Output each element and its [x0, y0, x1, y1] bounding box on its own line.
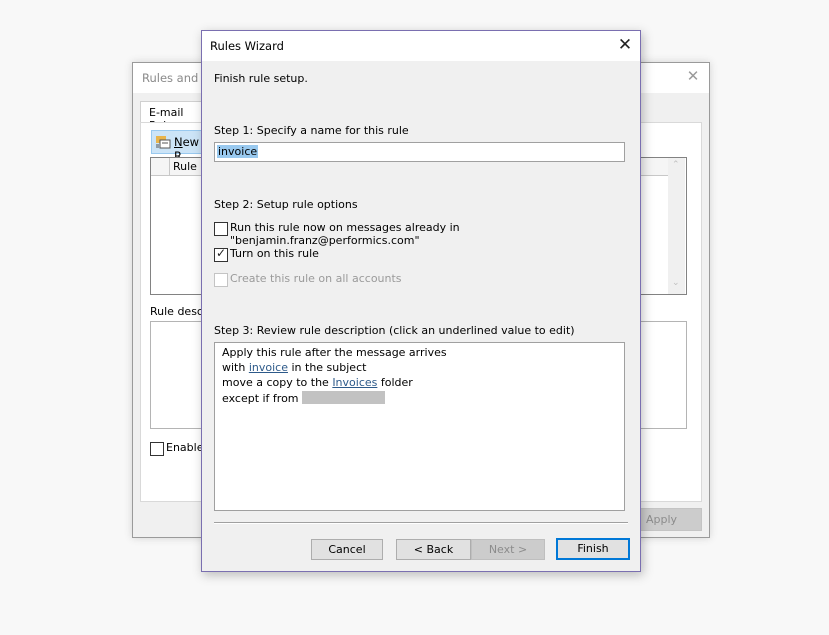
rule-name-value: invoice [217, 145, 259, 158]
separator [214, 522, 628, 524]
description-line: Apply this rule after the message arrive… [222, 346, 447, 359]
rules-wizard-dialog: Rules Wizard ✕ Finish rule setup. Step 1… [201, 30, 641, 572]
scroll-up-icon[interactable]: ⌃ [672, 160, 680, 170]
checkmark-icon: ✓ [215, 246, 227, 260]
enable-label: Enable [166, 441, 204, 454]
description-text: except if from [222, 392, 303, 405]
close-icon[interactable]: ✕ [685, 68, 701, 84]
run-rule-now-label[interactable]: Run this rule now on messages already in… [230, 221, 640, 247]
step2-label: Step 2: Setup rule options [214, 198, 358, 211]
description-text: move a copy to the [222, 376, 333, 389]
rules-and-alerts-title: Rules and A [142, 71, 210, 85]
subject-keyword-link[interactable]: invoice [249, 361, 288, 374]
rule-description-label: Rule descr [150, 305, 208, 318]
rule-name-input[interactable]: invoice [214, 142, 625, 162]
description-text: with [222, 361, 249, 374]
description-text: Apply this rule after the message arrive… [222, 346, 447, 359]
cancel-button[interactable]: Cancel [311, 539, 383, 560]
close-icon[interactable]: ✕ [616, 35, 634, 55]
folder-link[interactable]: Invoices [332, 376, 377, 389]
all-accounts-checkbox [214, 273, 228, 287]
step3-label: Step 3: Review rule description (click a… [214, 324, 575, 337]
description-line: except if from [222, 391, 386, 405]
redacted-sender[interactable] [302, 391, 386, 404]
back-button[interactable]: < Back [396, 539, 471, 560]
next-button: Next > [471, 539, 545, 560]
rule-description-box: Apply this rule after the message arrive… [214, 342, 625, 511]
step1-label: Step 1: Specify a name for this rule [214, 124, 409, 137]
enable-checkbox[interactable] [150, 442, 164, 456]
rules-wizard-titlebar: Rules Wizard ✕ [202, 31, 640, 61]
new-rule-icon [156, 136, 171, 149]
rules-wizard-title: Rules Wizard [210, 39, 284, 53]
description-text: folder [377, 376, 413, 389]
description-text: in the subject [287, 361, 367, 374]
tab-email-rules[interactable]: E-mail Rule [140, 101, 202, 132]
description-line: move a copy to the Invoices folder [222, 376, 413, 389]
column-divider [169, 158, 170, 175]
all-accounts-label: Create this rule on all accounts [230, 272, 402, 285]
rules-list-scrollbar[interactable]: ⌃ ⌄ [668, 158, 685, 294]
run-rule-now-checkbox[interactable] [214, 222, 228, 236]
turn-on-rule-checkbox[interactable]: ✓ [214, 246, 228, 262]
turn-on-rule-label[interactable]: Turn on this rule [230, 247, 319, 260]
column-header-rule[interactable]: Rule ( [173, 160, 205, 173]
description-line: with invoice in the subject [222, 361, 366, 374]
finish-button[interactable]: Finish [556, 538, 630, 560]
wizard-subtitle: Finish rule setup. [214, 72, 308, 85]
scroll-down-icon[interactable]: ⌄ [672, 278, 680, 288]
mnemonic-letter: N [174, 135, 183, 149]
